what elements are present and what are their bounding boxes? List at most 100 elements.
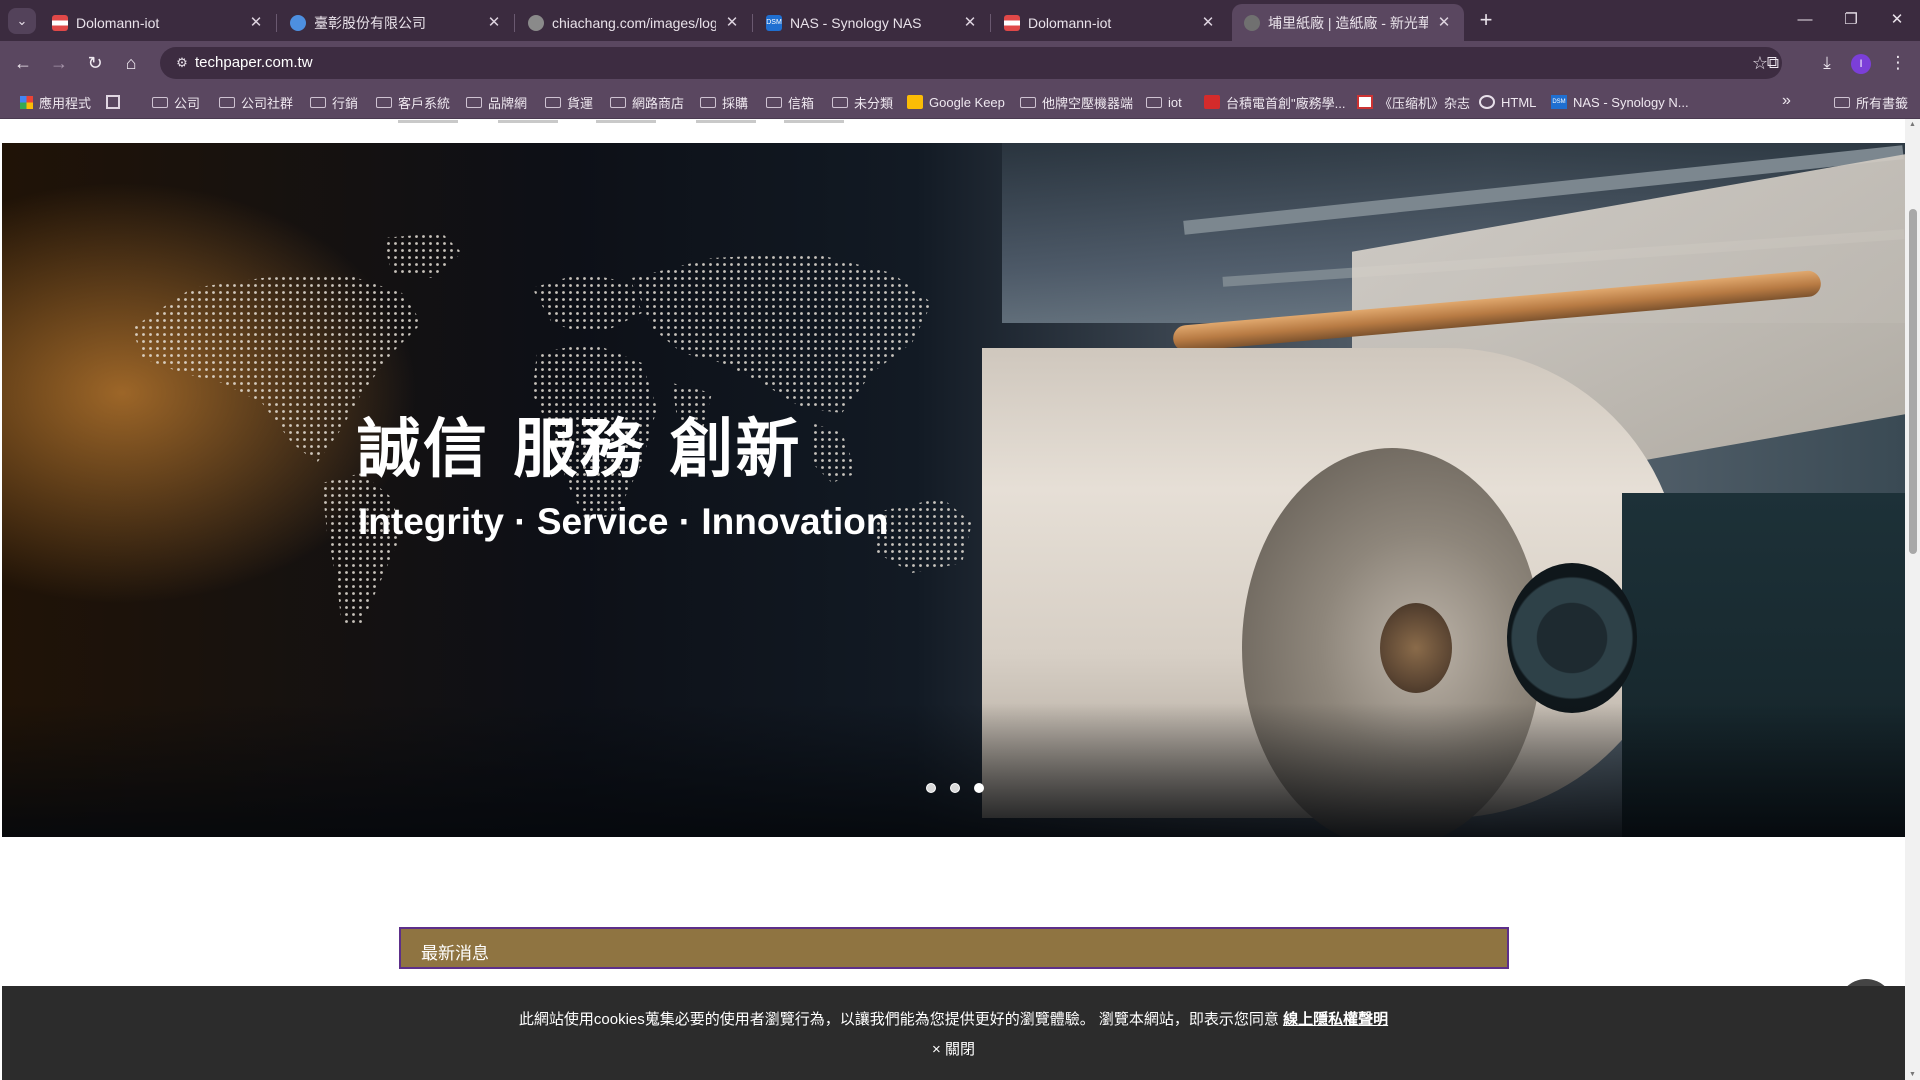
page-viewport: 誠信 服務 創新 Integrity · Service · Innovatio… xyxy=(0,119,1920,1080)
machine-gear xyxy=(1507,563,1637,713)
close-icon[interactable]: ✕ xyxy=(1434,13,1454,33)
profile-avatar[interactable]: I xyxy=(1851,54,1871,74)
bookmark-folder-freight[interactable]: 貨運 xyxy=(545,92,593,112)
floor-shadow xyxy=(2,703,1905,837)
bookmark-google-keep[interactable]: Google Keep xyxy=(907,92,1005,112)
close-icon[interactable]: ✕ xyxy=(960,13,980,33)
bookmark-folder-social[interactable]: 公司社群 xyxy=(219,92,293,112)
new-tab-button[interactable]: + xyxy=(1472,7,1500,35)
globe-icon xyxy=(528,14,544,31)
restore-button[interactable]: ❐ xyxy=(1828,6,1874,34)
bookmark-label: 台積電首創"廠務學... xyxy=(1226,95,1346,111)
folder-icon xyxy=(1020,97,1036,108)
tab-strip: ⌄ Dolomann-iot ✕ 臺彰股份有限公司 ✕ chiachang.co… xyxy=(0,0,1920,41)
bookmark-compressor-magazine[interactable]: 《压缩机》杂志 xyxy=(1357,92,1470,112)
nav-item-clipped[interactable] xyxy=(596,119,656,123)
bookmark-label: 採購 xyxy=(722,95,749,111)
bookmark-tsmc-article[interactable]: 台積電首創"廠務學... xyxy=(1204,92,1345,112)
extensions-icon[interactable]: ⧉ xyxy=(1758,49,1788,77)
bookmark-folder-mail[interactable]: 信箱 xyxy=(766,92,814,112)
nav-item-clipped[interactable] xyxy=(398,119,458,123)
menu-kebab-icon[interactable]: ⋮ xyxy=(1883,49,1913,77)
bookmark-apps[interactable]: 應用程式 xyxy=(20,92,91,112)
tab-title: 臺彰股份有限公司 xyxy=(314,14,426,31)
flag-icon xyxy=(52,14,68,31)
magazine-icon xyxy=(1357,95,1373,109)
slider-dot-1[interactable] xyxy=(926,783,936,793)
apps-grid-icon xyxy=(20,95,33,109)
scroll-down-arrow-icon[interactable]: ▼ xyxy=(1908,1071,1917,1078)
bookmark-folder-iot[interactable]: iot xyxy=(1146,92,1182,112)
dsm-icon: DSM xyxy=(1551,95,1567,109)
hero-subtitle: Integrity · Service · Innovation xyxy=(358,501,889,542)
tab-title: NAS - Synology NAS xyxy=(790,14,922,31)
bookmark-nas[interactable]: DSM NAS - Synology N... xyxy=(1551,92,1689,112)
more-bookmarks-chevron-icon[interactable]: » xyxy=(1782,92,1791,110)
bookmark-folder-compressor[interactable]: 他牌空壓機器端 xyxy=(1020,92,1133,112)
bookmark-folder-brand[interactable]: 品牌網 xyxy=(466,92,527,112)
nav-item-clipped[interactable] xyxy=(696,119,756,123)
globe-icon xyxy=(1244,14,1260,31)
tab-5[interactable]: Dolomann-iot ✕ xyxy=(992,4,1228,41)
cookie-banner: 此網站使用cookies蒐集必要的使用者瀏覽行為，以讓我們能為您提供更好的瀏覽體… xyxy=(2,986,1905,1080)
tab-title: 埔里紙廠 | 造紙廠 - 新光華造紙 xyxy=(1268,14,1428,31)
close-icon[interactable]: ✕ xyxy=(484,13,504,33)
tab-1[interactable]: Dolomann-iot ✕ xyxy=(40,4,277,41)
bookmark-folder-shop[interactable]: 網路商店 xyxy=(610,92,684,112)
tab-6-active[interactable]: 埔里紙廠 | 造紙廠 - 新光華造紙 ✕ xyxy=(1232,4,1464,41)
scroll-up-arrow-icon[interactable]: ▲ xyxy=(1908,121,1917,128)
bookmark-folder-company[interactable]: 公司 xyxy=(152,92,200,112)
news-section-header: 最新消息 xyxy=(399,927,1509,969)
cookie-message: 此網站使用cookies蒐集必要的使用者瀏覽行為，以讓我們能為您提供更好的瀏覽體… xyxy=(518,1011,1284,1028)
bookmark-label: 未分類 xyxy=(854,95,894,111)
bookmark-label: 《压缩机》杂志 xyxy=(1379,95,1471,111)
slider-pagination xyxy=(926,783,984,793)
nav-item-clipped[interactable] xyxy=(498,119,558,123)
scrollbar-thumb[interactable] xyxy=(1909,209,1917,554)
bookmark-label: 所有書籤 xyxy=(1856,95,1909,111)
privacy-policy-link[interactable]: 線上隱私權聲明 xyxy=(1283,1011,1388,1028)
bookmark-grid[interactable] xyxy=(106,92,126,112)
home-button[interactable]: ⌂ xyxy=(116,49,146,77)
bookmark-label: 他牌空壓機器端 xyxy=(1042,95,1134,111)
bookmark-folder-marketing[interactable]: 行銷 xyxy=(310,92,358,112)
tab-title: Dolomann-iot xyxy=(76,14,160,31)
tab-4[interactable]: DSM NAS - Synology NAS ✕ xyxy=(754,4,991,41)
bookmark-label: 行銷 xyxy=(332,95,359,111)
bookmark-folder-uncategorized[interactable]: 未分類 xyxy=(832,92,893,112)
tab-title: Dolomann-iot xyxy=(1028,14,1112,31)
cookie-close-button[interactable]: × 關閉 xyxy=(2,1038,1905,1059)
close-icon[interactable]: ✕ xyxy=(1198,13,1218,33)
tab-3[interactable]: chiachang.com/images/logo ✕ xyxy=(516,4,753,41)
close-icon[interactable]: ✕ xyxy=(722,13,742,33)
slider-dot-3[interactable] xyxy=(974,783,984,793)
dsm-icon: DSM xyxy=(766,14,782,31)
forward-button[interactable]: → xyxy=(44,49,74,77)
bookmark-label: 客戶系統 xyxy=(398,95,451,111)
bookmark-all-bookmarks[interactable]: 所有書籤 xyxy=(1834,92,1908,112)
flag-icon xyxy=(1004,14,1020,31)
window-close-button[interactable]: ✕ xyxy=(1874,6,1920,34)
nav-item-clipped[interactable] xyxy=(784,119,844,123)
bookmarks-bar: 應用程式 公司 公司社群 行銷 客戶系統 品牌網 貨運 網路商店 採購 信箱 未… xyxy=(0,85,1920,119)
site-info-icon[interactable]: ⚙ xyxy=(172,53,192,73)
cookie-message-line: 此網站使用cookies蒐集必要的使用者瀏覽行為，以讓我們能為您提供更好的瀏覽體… xyxy=(2,1008,1905,1029)
minimize-button[interactable]: — xyxy=(1782,6,1828,34)
folder-icon xyxy=(466,97,482,108)
bookmark-folder-purchase[interactable]: 採購 xyxy=(700,92,748,112)
bookmark-folder-customer[interactable]: 客戶系統 xyxy=(376,92,450,112)
slider-dot-2[interactable] xyxy=(950,783,960,793)
bookmark-label: iot xyxy=(1168,94,1182,110)
reload-button[interactable]: ↻ xyxy=(80,49,110,77)
address-bar[interactable]: ⚙ techpaper.com.tw ☆ xyxy=(160,47,1782,79)
close-icon[interactable]: ✕ xyxy=(246,13,266,33)
bookmark-label: Google Keep xyxy=(929,94,1005,110)
bookmark-html[interactable]: HTML xyxy=(1479,92,1536,112)
globe-icon xyxy=(290,14,306,31)
page-scrollbar[interactable]: ▲ ▼ xyxy=(1905,119,1920,1080)
download-icon[interactable]: ⤓ xyxy=(1812,49,1842,77)
back-button[interactable]: ← xyxy=(8,49,38,77)
folder-icon xyxy=(1834,97,1850,108)
tab-2[interactable]: 臺彰股份有限公司 ✕ xyxy=(278,4,515,41)
tab-search-button[interactable]: ⌄ xyxy=(8,8,36,34)
